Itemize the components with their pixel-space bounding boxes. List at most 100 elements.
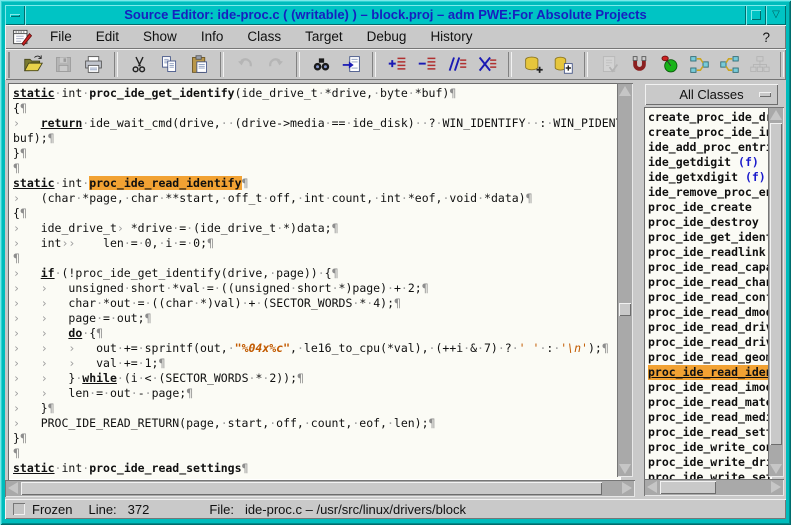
scroll-up-arrow[interactable] — [770, 110, 782, 120]
class-list-item[interactable]: proc_ide_write_config — [648, 440, 772, 455]
tool-bar — [5, 49, 786, 80]
code-line: › return·ide_wait_cmd(drive,··(drive->me… — [13, 116, 621, 131]
code-line: › ide_drive_t› *drive·=·(ide_drive_t·*)d… — [13, 221, 621, 236]
toolbar-grip-handle[interactable] — [8, 52, 10, 78]
scroll-right-arrow[interactable] — [622, 482, 632, 494]
uncomment-button[interactable] — [473, 51, 501, 78]
scroll-right-arrow[interactable] — [771, 481, 781, 493]
class-list-item[interactable]: ide_remove_proc_entries — [648, 185, 772, 200]
class-list-item[interactable]: create_proc_ide_interfaces — [648, 125, 772, 140]
maximize-button[interactable] — [746, 5, 766, 25]
class-list-item[interactable]: proc_ide_write_driver — [648, 455, 772, 470]
menu-history[interactable]: History — [418, 26, 484, 48]
code-line: › › do·{¶ — [13, 326, 621, 341]
comment-button[interactable] — [443, 51, 471, 78]
toolbar-separator — [508, 52, 512, 77]
class-list-item[interactable]: proc_ide_read_media — [648, 410, 772, 425]
goto-line-button[interactable] — [337, 51, 365, 78]
copy-button[interactable] — [155, 51, 183, 78]
class-list-vertical-scrollbar[interactable] — [768, 107, 784, 477]
class-list-item[interactable]: proc_ide_read_dmodel — [648, 305, 772, 320]
menu-debug[interactable]: Debug — [355, 26, 419, 48]
scroll-left-arrow[interactable] — [647, 481, 657, 493]
refers-to-button[interactable] — [685, 51, 713, 78]
class-list-item[interactable]: ide_getdigit (f) — [648, 155, 772, 170]
class-list-item[interactable]: proc_ide_readlink — [648, 245, 772, 260]
class-list-item[interactable]: proc_ide_read_capacity — [648, 260, 772, 275]
class-list-horizontal-scrollbar[interactable] — [644, 479, 784, 496]
class-list-item[interactable]: proc_ide_read_settings — [648, 425, 772, 440]
paste-button[interactable] — [185, 51, 213, 78]
class-vscroll-thumb[interactable] — [770, 123, 782, 445]
code-line: › PROC_IDE_READ_RETURN(page,·start,·off,… — [13, 416, 621, 431]
scroll-down-arrow[interactable] — [770, 464, 782, 474]
class-list-item[interactable]: proc_ide_read_driver — [648, 320, 772, 335]
notepad-pencil-icon — [12, 27, 32, 47]
toolbar-separator — [372, 52, 376, 77]
menu-file[interactable]: File — [38, 26, 84, 48]
indent-button[interactable] — [383, 51, 411, 78]
call-graph-button[interactable] — [745, 51, 773, 78]
class-list-item[interactable]: proc_ide_read_mate — [648, 395, 772, 410]
code-line: ¶ — [13, 161, 621, 176]
code-line: › › page·=·out;¶ — [13, 311, 621, 326]
scroll-down-arrow[interactable] — [619, 464, 631, 474]
class-list-item[interactable]: ide_getxdigit (f) — [648, 170, 772, 185]
open-file-button[interactable] — [19, 51, 47, 78]
frozen-toggle[interactable] — [13, 503, 25, 515]
toolbar-group — [120, 51, 218, 78]
redo-button[interactable] — [261, 51, 289, 78]
save-button[interactable] — [49, 51, 77, 78]
shade-button[interactable]: ▽ — [766, 5, 786, 25]
add-file-button[interactable] — [549, 51, 577, 78]
menu-help[interactable]: ? — [762, 30, 786, 45]
code-line: }¶ — [13, 146, 621, 161]
magnet-button[interactable] — [625, 51, 653, 78]
add-symbol-button[interactable] — [519, 51, 547, 78]
window-menu-button[interactable] — [5, 5, 25, 25]
referred-by-button[interactable] — [715, 51, 743, 78]
code-line: › (char·*page,·char·**start,·off_t·off,·… — [13, 191, 621, 206]
title-bar[interactable]: Source Editor: ide-proc.c ( (writable) )… — [5, 5, 786, 25]
code-vscroll-thumb[interactable] — [619, 303, 631, 316]
toolbar-groups — [14, 51, 791, 78]
code-line: › › unsigned·short·*val·=·((unsigned·sho… — [13, 281, 621, 296]
find-button[interactable] — [307, 51, 335, 78]
menu-show[interactable]: Show — [131, 26, 189, 48]
frozen-label: Frozen — [32, 502, 72, 517]
menu-info[interactable]: Info — [189, 26, 236, 48]
cut-button[interactable] — [125, 51, 153, 78]
menu-class[interactable]: Class — [235, 26, 293, 48]
class-list-item[interactable]: proc_ide_read_geometry — [648, 350, 772, 365]
undo-button[interactable] — [231, 51, 259, 78]
class-list-item[interactable]: proc_ide_read_channel — [648, 275, 772, 290]
class-list-item[interactable]: proc_ide_read_config — [648, 290, 772, 305]
menu-target[interactable]: Target — [293, 26, 355, 48]
class-list-item-selected[interactable]: proc_ide_read_identify — [648, 365, 772, 380]
class-filter-dropdown[interactable]: All Classes — [645, 84, 778, 105]
scroll-left-arrow[interactable] — [8, 482, 18, 494]
code-area[interactable]: static·int·proc_ide_get_identify(ide_dri… — [8, 83, 621, 480]
class-list-item[interactable]: proc_ide_get_identify — [648, 230, 772, 245]
class-list-item[interactable]: proc_ide_read_imodel — [648, 380, 772, 395]
class-list[interactable]: create_proc_ide_drivescreate_proc_ide_in… — [644, 107, 772, 480]
open-file-icon — [23, 54, 44, 75]
class-list-item[interactable]: proc_ide_destroy — [648, 215, 772, 230]
class-list-item[interactable]: create_proc_ide_drives — [648, 110, 772, 125]
outdent-button[interactable] — [413, 51, 441, 78]
toolbar-group — [226, 51, 294, 78]
code-hscroll-thumb[interactable] — [21, 482, 602, 495]
class-list-item[interactable]: proc_ide_read_drivers — [648, 335, 772, 350]
print-button[interactable] — [79, 51, 107, 78]
code-line: }¶ — [13, 431, 621, 446]
syntax-check-button[interactable] — [595, 51, 623, 78]
colorize-button[interactable] — [655, 51, 683, 78]
code-horizontal-scrollbar[interactable] — [5, 480, 635, 497]
menu-edit[interactable]: Edit — [84, 26, 131, 48]
scroll-up-arrow[interactable] — [619, 86, 631, 96]
class-list-item[interactable]: ide_add_proc_entries — [648, 140, 772, 155]
code-vertical-scrollbar[interactable] — [617, 83, 633, 477]
add-file-icon — [553, 54, 574, 75]
class-list-item[interactable]: proc_ide_create — [648, 200, 772, 215]
class-hscroll-thumb[interactable] — [660, 481, 716, 494]
